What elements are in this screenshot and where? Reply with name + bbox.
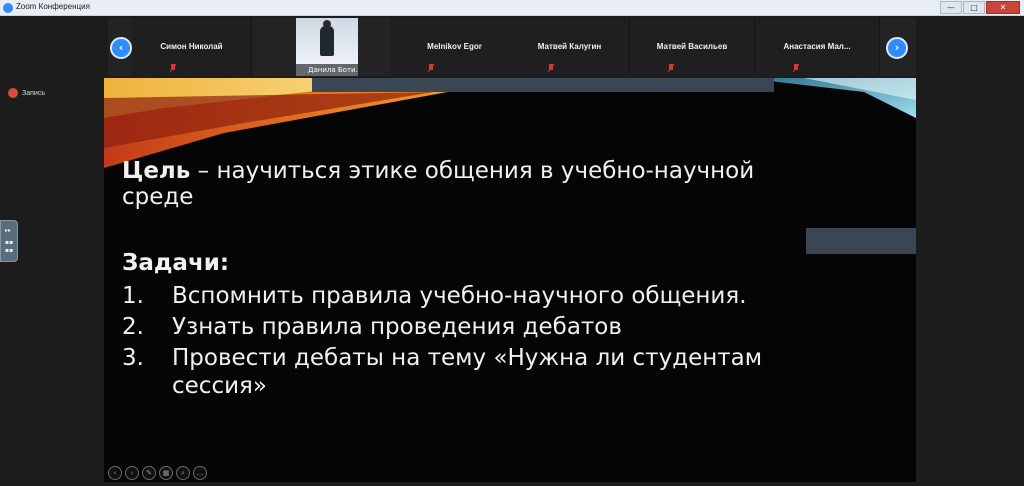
window-controls: — □ ✕ [940, 1, 1020, 14]
mic-muted-icon [668, 64, 674, 72]
list-item: 2. Узнать правила проведения дебатов [122, 313, 822, 341]
maximize-button[interactable]: □ [963, 1, 985, 14]
window-title: Zoom Конференция [16, 2, 90, 11]
slide-controls: ‹ › ✎ ▦ ⌕ … [108, 466, 207, 480]
participant-tile[interactable]: Матвей Васильев [630, 18, 755, 76]
mic-muted-icon [428, 64, 434, 72]
participant-name: Матвей Калугин [537, 42, 602, 51]
video-figure [320, 20, 334, 56]
participant-name: Симон Николай [160, 42, 223, 51]
participant-name: Melnikov Egor [427, 42, 482, 51]
item-text: Провести дебаты на тему «Нужна ли студен… [172, 345, 763, 399]
item-text: Узнать правила проведения дебатов [172, 314, 622, 340]
mic-muted-icon [548, 64, 554, 72]
grid-icon[interactable]: ▦ [159, 466, 173, 480]
recording-indicator[interactable]: Запись [8, 88, 45, 98]
participant-tile[interactable]: Анастасия Мал... [755, 18, 880, 76]
prev-slide-icon[interactable]: ‹ [108, 466, 122, 480]
expand-arrows-icon: ▸▸ [5, 227, 12, 234]
shared-screen-slide: Цель – научиться этике общения в учебно-… [104, 78, 916, 482]
participants-strip: Симон Николай Melnikov Egor Матвей Калуг… [108, 18, 916, 76]
slide-overlay-bar [806, 228, 916, 254]
item-number: 2. [122, 314, 144, 340]
goal-text: – научиться этике общения в учебно-научн… [122, 158, 755, 210]
close-button[interactable]: ✕ [986, 1, 1020, 14]
tasks-list: 1. Вспомнить правила учебно-научного обще… [122, 282, 822, 400]
recording-label: Запись [22, 89, 45, 97]
more-icon[interactable]: … [193, 466, 207, 480]
item-number: 1. [122, 283, 144, 309]
participant-tile[interactable]: Матвей Калугин [510, 18, 630, 76]
grip-icon: ▪▪ [5, 239, 14, 246]
minimize-button[interactable]: — [940, 1, 962, 14]
slide-overlay-bar [312, 78, 774, 92]
zoom-app-icon [3, 3, 13, 13]
participant-tile[interactable]: Симон Николай [132, 18, 252, 76]
prev-participants-button[interactable]: ‹ [110, 37, 132, 59]
slide-content: Цель – научиться этике общения в учебно-… [122, 158, 822, 403]
list-item: 3. Провести дебаты на тему «Нужна ли студ… [122, 344, 822, 400]
tasks-heading: Задачи: [122, 250, 230, 276]
side-panel-handle[interactable]: ▸▸ ▪▪ ▪▪ [0, 220, 18, 262]
participant-name: Анастасия Мал... [783, 42, 851, 51]
grip-icon: ▪▪ [5, 247, 14, 254]
goal-heading: Цель [122, 158, 191, 184]
mic-muted-icon [170, 64, 176, 72]
record-icon [8, 88, 18, 98]
pen-icon[interactable]: ✎ [142, 466, 156, 480]
mic-muted-icon [793, 64, 799, 72]
zoom-window: Zoom Конференция — □ ✕ Симон Николай Mel… [0, 0, 1024, 486]
participant-name: Данила Боти... [296, 64, 358, 76]
next-slide-icon[interactable]: › [125, 466, 139, 480]
participant-tile[interactable]: Melnikov Egor [390, 18, 520, 76]
zoom-icon[interactable]: ⌕ [176, 466, 190, 480]
next-participants-button[interactable]: › [886, 37, 908, 59]
participant-name: Матвей Васильев [656, 42, 728, 51]
list-item: 1. Вспомнить правила учебно-научного обще… [122, 282, 822, 310]
participant-video-tile[interactable]: Данила Боти... [296, 18, 358, 76]
item-number: 3. [122, 345, 144, 371]
title-bar: Zoom Конференция — □ ✕ [0, 0, 1024, 16]
item-text: Вспомнить правила учебно-научного общени… [172, 283, 747, 309]
slide-goal: Цель – научиться этике общения в учебно-… [122, 158, 822, 210]
